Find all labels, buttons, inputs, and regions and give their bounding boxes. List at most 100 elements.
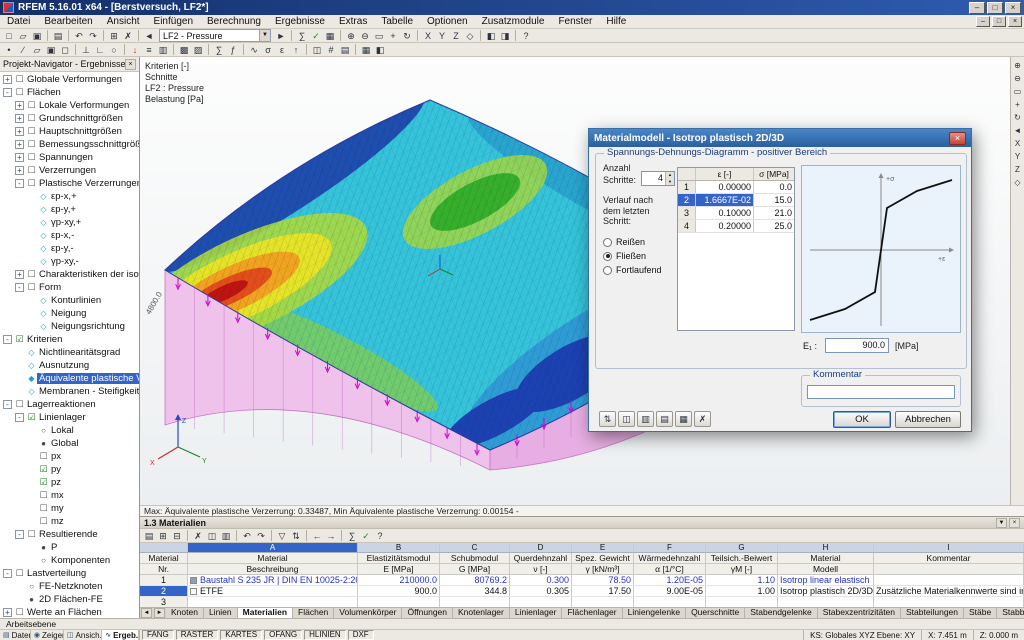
tree-item[interactable]: ◇ Konturlinien [0, 294, 139, 307]
toolbar-icon[interactable] [187, 530, 188, 541]
table-panel-titlebar[interactable]: 1.3 Materialien ▼ × [140, 517, 1024, 529]
tree-item[interactable]: ◇ εp-x,- [0, 229, 139, 242]
tree-expander-icon[interactable] [27, 426, 36, 435]
tree-item-label[interactable]: Lastverteilung [25, 568, 88, 579]
tree-expander-icon[interactable]: + [3, 608, 12, 617]
tree-item-icon[interactable]: ☐ [14, 607, 25, 618]
surface-load-icon[interactable]: ▥ [156, 43, 170, 56]
solid-icon[interactable]: ▣ [44, 43, 58, 56]
mdi-minimize-button[interactable]: – [976, 16, 990, 27]
tree-item-icon[interactable]: ☑ [38, 464, 49, 475]
steps-table-row[interactable]: 1 0.00000 0.0 [678, 181, 794, 194]
zoom-out-icon[interactable]: ⊖ [358, 29, 372, 42]
toolbar-icon[interactable] [208, 44, 209, 55]
navigator-close-icon[interactable]: × [125, 58, 136, 70]
row-number[interactable]: 1 [140, 575, 188, 585]
tree-item-label[interactable]: FE-Netzknoten [37, 581, 104, 592]
menu-item[interactable]: Datei [0, 15, 37, 29]
tree-item-label[interactable]: Form [37, 282, 63, 293]
column-letter[interactable]: G [706, 543, 778, 552]
toolbar-icon[interactable] [480, 30, 481, 41]
tree-item[interactable]: ◇ γp-xy,+ [0, 216, 139, 229]
tree-item[interactable]: ◇ Nichtlinearitätsgrad [0, 346, 139, 359]
tree-expander-icon[interactable]: - [15, 413, 24, 422]
tree-item-icon[interactable]: ☐ [14, 568, 25, 579]
tree-expander-icon[interactable] [27, 504, 36, 513]
toolbar-icon[interactable] [341, 530, 342, 541]
safety-cell[interactable]: 1.00 [706, 586, 778, 596]
status-toggle[interactable]: OFANG [264, 630, 303, 640]
gmodulus-cell[interactable]: 80769.2 [440, 575, 510, 585]
tree-item-label[interactable]: Konturlinien [49, 295, 103, 306]
stress-results-icon[interactable]: σ [261, 43, 275, 56]
behavior-radio[interactable]: Reißen [603, 237, 662, 247]
node-icon[interactable]: • [2, 43, 16, 56]
tree-item-label[interactable]: εp-x,+ [49, 191, 79, 202]
tree-item-label[interactable]: pz [49, 477, 63, 488]
material-row[interactable]: 1 Baustahl S 235 JR | DIN EN 10025-2:200… [140, 575, 1024, 586]
tree-item-label[interactable]: 2D Flächen-FE [37, 594, 105, 605]
view-z-icon[interactable]: Z [1012, 163, 1024, 175]
material-name-cell[interactable]: ETFE [188, 586, 358, 596]
navigator-tab-ansichten[interactable]: ◫ Ansich... [64, 629, 103, 640]
line-load-icon[interactable]: ≡ [142, 43, 156, 56]
column-letter[interactable]: I [874, 543, 1024, 552]
tree-item[interactable]: - ☐ Flächen [0, 86, 139, 99]
zoom-in-icon[interactable]: ⊕ [344, 29, 358, 42]
help-icon[interactable]: ? [519, 29, 533, 42]
material-name-cell[interactable]: Baustahl S 235 JR | DIN EN 10025-2:200 [188, 575, 358, 585]
view-z-icon[interactable]: Z [449, 29, 463, 42]
poisson-cell[interactable]: 0.305 [510, 586, 572, 596]
nodal-load-icon[interactable]: ↓ [128, 43, 142, 56]
tree-item-icon[interactable]: ◇ [26, 361, 37, 370]
table-tab[interactable]: Knoten [166, 608, 204, 618]
tree-item-label[interactable]: Global [49, 438, 80, 449]
tree-expander-icon[interactable]: - [3, 400, 12, 409]
pan-icon[interactable]: + [1012, 98, 1024, 110]
table-tab[interactable]: Linienlager [509, 608, 563, 618]
open-file-icon[interactable]: ▱ [16, 29, 30, 42]
thermal-cell[interactable]: 9.00E-05 [634, 586, 706, 596]
tree-expander-icon[interactable]: - [3, 569, 12, 578]
tree-item[interactable]: - ☐ Resultierende [0, 528, 139, 541]
gmodulus-cell[interactable]: 344.8 [440, 586, 510, 596]
tree-expander-icon[interactable] [15, 361, 24, 370]
tree-item-icon[interactable]: ☐ [26, 126, 37, 137]
poisson-cell[interactable]: 0.300 [510, 575, 572, 585]
mdi-restore-button[interactable]: □ [992, 16, 1006, 27]
material-row[interactable]: 2 ETFE 900.0 344.8 0.305 17.50 9.00E-05 … [140, 586, 1024, 597]
radio-icon[interactable] [603, 251, 612, 261]
tree-item[interactable]: ◆ Äquivalente plastische Verzerrung [0, 372, 139, 385]
tree-expander-icon[interactable]: + [3, 75, 12, 84]
toolbar-icon[interactable] [236, 530, 237, 541]
tree-expander-icon[interactable] [27, 322, 36, 331]
step-number[interactable]: 1 [678, 181, 696, 193]
tree-item[interactable]: ○ Komponenten [0, 554, 139, 567]
tree-item[interactable]: ◇ Neigung [0, 307, 139, 320]
tree-item-icon[interactable]: ☑ [38, 477, 49, 488]
weight-cell[interactable] [572, 597, 634, 607]
navigator-icon[interactable]: ◧ [373, 43, 387, 56]
table-tab[interactable]: Knotenlager [453, 608, 510, 618]
epsilon-cell[interactable]: 1.6667E-02 [696, 194, 754, 206]
tree-item-icon[interactable]: ● [38, 543, 49, 552]
tree-item[interactable]: - ☐ Form [0, 281, 139, 294]
panel-close-icon[interactable]: × [1009, 517, 1020, 528]
tree-expander-icon[interactable] [15, 595, 24, 604]
import-table-icon[interactable]: ▤ [656, 411, 673, 427]
table-tab[interactable]: Materialien [237, 608, 294, 618]
tree-item-icon[interactable]: ☐ [38, 503, 49, 514]
tree-item[interactable]: ◇ Membranen - Steifigkeitsreduzien. [0, 385, 139, 398]
tree-item-label[interactable]: εp-x,- [49, 230, 76, 241]
tree-item-label[interactable]: py [49, 464, 63, 475]
print-icon[interactable]: ▤ [51, 29, 65, 42]
column-letter[interactable]: E [572, 543, 634, 552]
toolbar-icon[interactable] [243, 44, 244, 55]
tree-item-label[interactable]: εp-y,+ [49, 204, 78, 215]
tree-item-label[interactable]: Lokale Verformungen [37, 100, 131, 111]
tree-expander-icon[interactable] [27, 231, 36, 240]
radio-icon[interactable] [603, 237, 612, 247]
gmodulus-cell[interactable] [440, 597, 510, 607]
column-letter[interactable]: C [440, 543, 510, 552]
tree-expander-icon[interactable]: - [15, 283, 24, 292]
